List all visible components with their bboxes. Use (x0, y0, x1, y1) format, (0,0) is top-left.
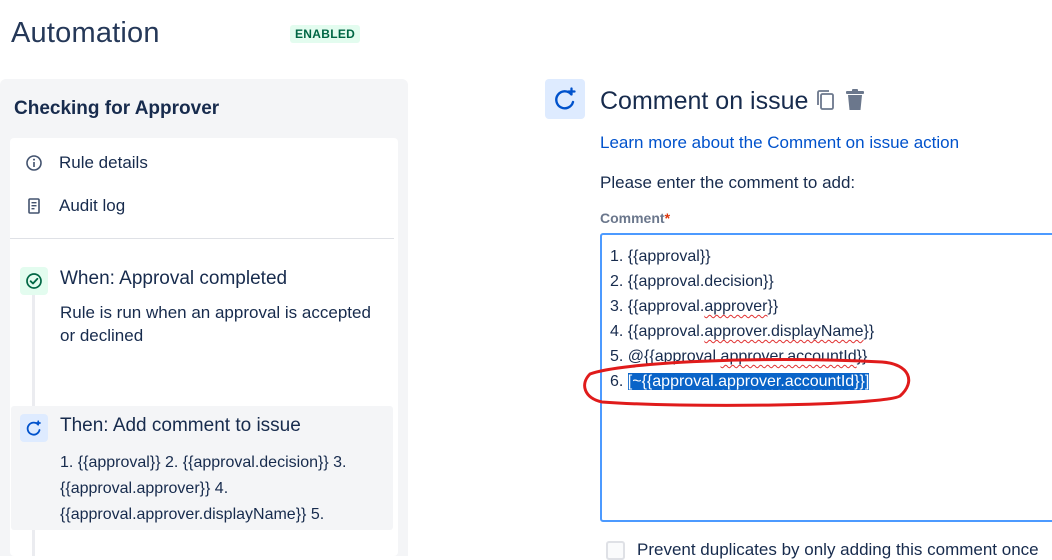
component-title: Comment on issue (600, 87, 809, 115)
comment-prompt: Please enter the comment to add: (600, 173, 856, 192)
action-description: 1. {{approval}} 2. {{approval.decision}}… (60, 454, 347, 523)
copy-icon[interactable] (815, 88, 837, 117)
comment-line: 3. {{approval.approver}} (610, 298, 779, 315)
page-title: Automation (11, 17, 160, 49)
annotation-outline (583, 358, 911, 407)
document-icon (24, 196, 44, 216)
prevent-duplicates-checkbox[interactable] (606, 541, 625, 560)
comment-field-label: Comment* (600, 210, 670, 226)
status-badge: ENABLED (290, 25, 361, 43)
nav-item-audit-log[interactable]: Audit log (24, 194, 125, 218)
comment-line: 1. {{approval}} (610, 248, 711, 265)
trash-icon[interactable] (844, 88, 866, 117)
nav-item-label: Audit log (59, 196, 126, 215)
action-title[interactable]: Then: Add comment to issue (60, 415, 301, 437)
rule-name: Checking for Approver (14, 98, 220, 119)
trigger-title[interactable]: When: Approval completed (60, 268, 287, 290)
prevent-duplicates-row[interactable]: Prevent duplicates by only adding this c… (606, 540, 1039, 560)
comment-action-icon (20, 414, 48, 442)
required-marker: * (664, 210, 671, 226)
check-circle-icon (20, 267, 48, 295)
comment-line: 4. {{approval.approver.displayName}} (610, 323, 875, 340)
nav-divider (10, 238, 394, 239)
info-icon (24, 153, 44, 173)
prevent-duplicates-label: Prevent duplicates by only adding this c… (637, 540, 1039, 559)
comment-action-icon (545, 79, 585, 119)
nav-item-label: Rule details (59, 153, 148, 172)
comment-line: 2. {{approval.decision}} (610, 273, 774, 290)
field-label-text: Comment (600, 210, 665, 226)
nav-item-rule-details[interactable]: Rule details (24, 151, 148, 175)
trigger-description: Rule is run when an approval is accepted… (60, 303, 371, 345)
learn-more-link[interactable]: Learn more about the Comment on issue ac… (600, 133, 959, 153)
